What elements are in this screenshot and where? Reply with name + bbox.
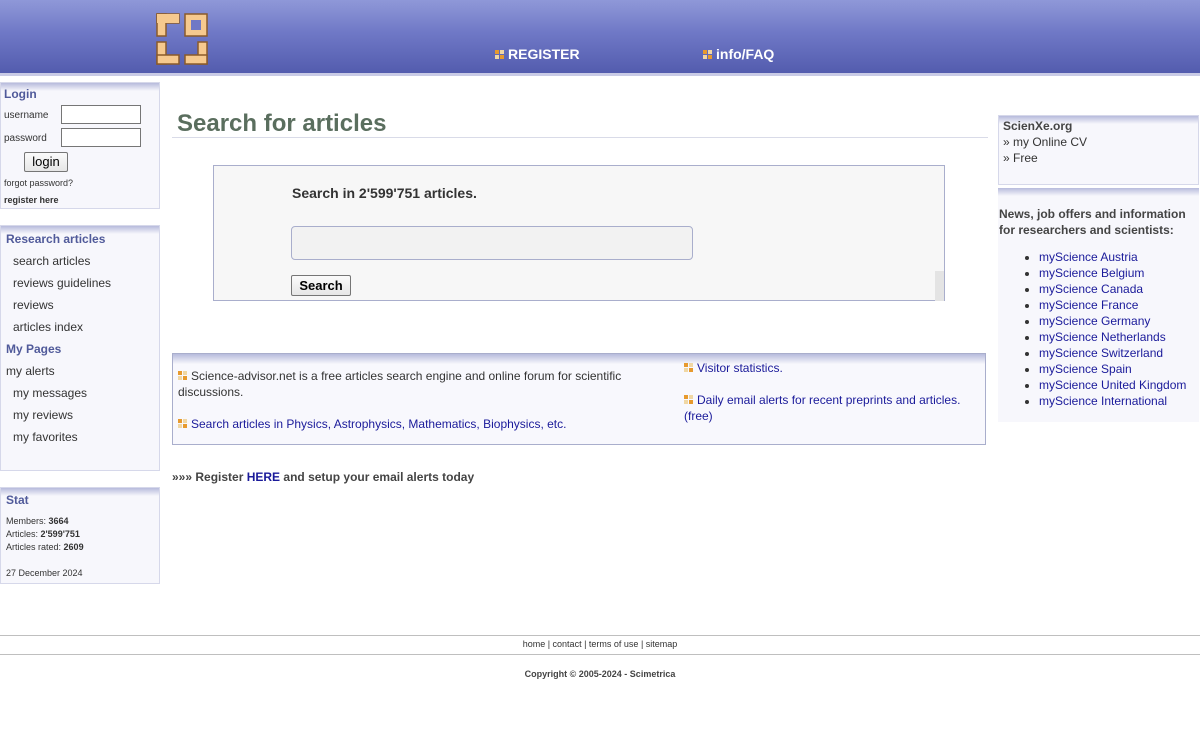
- search-input[interactable]: [291, 226, 693, 260]
- menu-my-reviews[interactable]: my reviews: [13, 408, 73, 422]
- bullet-icon: [495, 50, 504, 59]
- nav-info-faq-label: info/FAQ: [716, 46, 775, 62]
- news-heading: News, job offers and information for res…: [999, 207, 1186, 237]
- footer-sitemap-link[interactable]: sitemap: [646, 639, 678, 649]
- my-pages-heading: My Pages: [6, 342, 62, 356]
- email-alerts-link-text[interactable]: Daily email alerts for recent preprints …: [684, 393, 960, 423]
- research-articles-heading: Research articles: [6, 232, 106, 246]
- search-physics-link-text[interactable]: Search articles in Physics, Astrophysics…: [191, 417, 566, 431]
- stat-members-label: Members:: [6, 516, 47, 526]
- list-item[interactable]: myScience Austria: [1039, 249, 1186, 265]
- footer-contact-link[interactable]: contact: [553, 639, 582, 649]
- scrollbar[interactable]: [935, 271, 944, 301]
- list-item[interactable]: myScience Spain: [1039, 361, 1186, 377]
- info-panel: Science-advisor.net is a free articles s…: [172, 353, 986, 445]
- stat-members-value: 3664: [48, 516, 69, 526]
- register-here-callout-link[interactable]: HERE: [247, 470, 280, 484]
- forgot-password-link[interactable]: forgot password?: [4, 178, 73, 188]
- title-divider: [172, 137, 988, 138]
- visitor-statistics-link-text[interactable]: Visitor statistics.: [697, 361, 783, 375]
- free-label: » Free: [1003, 151, 1038, 165]
- sidebar-menu: Research articles search articles review…: [0, 225, 160, 471]
- footer-divider-bottom: [0, 654, 1200, 655]
- footer-links: home | contact | terms of use | sitemap: [522, 639, 678, 649]
- register-suffix: and setup your email alerts today: [280, 470, 475, 484]
- register-prefix: »»» Register: [172, 470, 247, 484]
- site-logo[interactable]: [155, 12, 209, 66]
- stat-title: Stat: [6, 493, 29, 507]
- search-button[interactable]: Search: [291, 275, 351, 296]
- menu-articles-index[interactable]: articles index: [13, 320, 83, 334]
- list-item[interactable]: myScience Switzerland: [1039, 345, 1186, 361]
- stat-rated-label: Articles rated:: [6, 542, 62, 552]
- register-callout: »»» Register HERE and setup your email a…: [172, 470, 474, 484]
- stat-articles-value: 2'599'751: [40, 529, 80, 539]
- stat-articles-label: Articles:: [6, 529, 39, 539]
- box-top-gradient: [173, 354, 985, 364]
- bullet-icon: [703, 50, 712, 59]
- password-input[interactable]: [61, 128, 141, 147]
- scienxe-title[interactable]: ScienXe.org: [1003, 119, 1072, 133]
- menu-reviews[interactable]: reviews: [13, 298, 54, 312]
- menu-my-favorites[interactable]: my favorites: [13, 430, 78, 444]
- list-item[interactable]: myScience France: [1039, 297, 1186, 313]
- search-count-label: Search in 2'599'751 articles.: [292, 185, 477, 201]
- list-item[interactable]: myScience Canada: [1039, 281, 1186, 297]
- myscience-list: myScience Austria myScience Belgium mySc…: [1021, 249, 1186, 409]
- footer-home-link[interactable]: home: [523, 639, 546, 649]
- login-button[interactable]: login: [24, 152, 68, 172]
- copyright: Copyright © 2005-2024 - Scimetrica: [524, 669, 676, 679]
- page-title: Search for articles: [177, 110, 387, 137]
- list-item[interactable]: myScience United Kingdom: [1039, 377, 1186, 393]
- stat-date: 27 December 2024: [6, 568, 83, 578]
- online-cv-link[interactable]: » my Online CV: [1003, 135, 1087, 149]
- username-label: username: [4, 110, 49, 121]
- stat-box: Stat Members: 3664 Articles: 2'599'751 A…: [0, 487, 160, 584]
- bullet-icon: [178, 371, 187, 380]
- list-item[interactable]: myScience Germany: [1039, 313, 1186, 329]
- search-panel: Search in 2'599'751 articles. Search: [213, 165, 945, 301]
- menu-search-articles[interactable]: search articles: [13, 254, 90, 268]
- scienxe-box: ScienXe.org » my Online CV » Free: [998, 115, 1199, 185]
- login-title: Login: [4, 87, 37, 101]
- login-box: Login username password login forgot pas…: [0, 82, 160, 209]
- nav-register-label: REGISTER: [508, 46, 580, 62]
- stat-members: Members: 3664: [6, 516, 69, 526]
- info-description-text: Science-advisor.net is a free articles s…: [178, 369, 622, 399]
- box-top-gradient: [998, 188, 1199, 196]
- bullet-icon: [684, 395, 693, 404]
- nav-info-faq-link[interactable]: info/FAQ: [703, 46, 774, 62]
- stat-rated: Articles rated: 2609: [6, 542, 84, 552]
- info-description: Science-advisor.net is a free articles s…: [178, 368, 638, 400]
- stat-articles: Articles: 2'599'751: [6, 529, 80, 539]
- bullet-icon: [684, 363, 693, 372]
- footer-terms-link[interactable]: terms of use: [589, 639, 639, 649]
- menu-reviews-guidelines[interactable]: reviews guidelines: [13, 276, 111, 290]
- menu-my-alerts[interactable]: my alerts: [6, 364, 55, 378]
- footer-divider-top: [0, 635, 1200, 636]
- list-item[interactable]: myScience Belgium: [1039, 265, 1186, 281]
- bullet-icon: [178, 419, 187, 428]
- nav-register-link[interactable]: REGISTER: [495, 46, 580, 62]
- password-label: password: [4, 133, 47, 144]
- list-item[interactable]: myScience Netherlands: [1039, 329, 1186, 345]
- username-input[interactable]: [61, 105, 141, 124]
- search-physics-link[interactable]: Search articles in Physics, Astrophysics…: [178, 416, 566, 432]
- register-here-link[interactable]: register here: [4, 195, 59, 205]
- email-alerts-link[interactable]: Daily email alerts for recent preprints …: [684, 392, 974, 424]
- visitor-statistics-link[interactable]: Visitor statistics.: [684, 360, 783, 376]
- menu-my-messages[interactable]: my messages: [13, 386, 87, 400]
- stat-rated-value: 2609: [63, 542, 84, 552]
- list-item[interactable]: myScience International: [1039, 393, 1186, 409]
- header-bar: REGISTER info/FAQ: [0, 0, 1200, 76]
